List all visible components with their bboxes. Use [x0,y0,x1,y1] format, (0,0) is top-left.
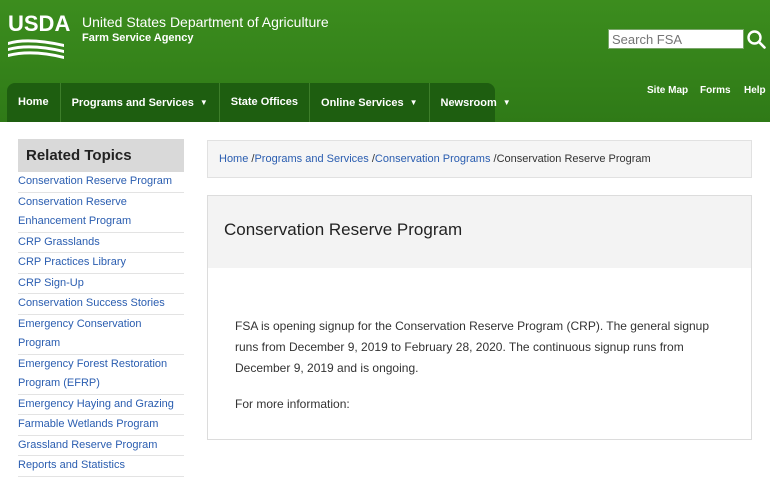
page-title: Conservation Reserve Program [224,220,463,239]
nav-label: Home [18,96,49,108]
nav-home[interactable]: Home [7,83,61,122]
nav-label: Programs and Services [71,97,194,109]
sidebar-link[interactable]: CRP Grasslands [18,233,184,253]
logo-wave-icon [8,39,64,59]
sidebar-link[interactable]: Conservation Success Stories [18,294,184,315]
sidebar-link[interactable]: Program (EFRP) [18,374,184,395]
breadcrumb: Home /Programs and Services /Conservatio… [207,140,752,178]
sidebar-link[interactable]: CRP Sign-Up [18,274,184,294]
agency-subtitle[interactable]: Farm Service Agency [82,31,193,45]
nav-newsroom[interactable]: Newsroom ▼ [430,83,522,122]
sidebar-link[interactable]: Emergency Forest Restoration [18,355,184,375]
nav-label: Newsroom [440,97,497,109]
sidebar-link[interactable]: Grassland Reserve Program [18,436,184,456]
logo-text: USDA [8,11,71,36]
sidebar-link[interactable]: Conservation Reserve Program [18,172,184,193]
sidebar-link[interactable]: Reports and Statistics [18,456,184,477]
sidebar-link[interactable]: Conservation Reserve [18,193,184,213]
nav-state-offices[interactable]: State Offices [220,83,311,122]
related-topics-heading: Related Topics [18,139,184,172]
chevron-down-icon: ▼ [409,98,418,107]
agency-title[interactable]: United States Department of Agriculture [82,14,329,30]
main-nav: Home Programs and Services ▼ State Office… [7,83,511,122]
more-info-text: For more information: [235,397,350,411]
site-map-link[interactable]: Site Map [647,85,688,96]
search-input[interactable] [608,29,744,49]
breadcrumb-current: Conservation Reserve Program [496,153,651,165]
usda-logo[interactable]: USDA [8,12,70,60]
breadcrumb-conservation[interactable]: Conservation Programs [375,153,491,165]
help-link[interactable]: Help [744,85,766,96]
sidebar-link[interactable]: CRP Practices Library [18,253,184,274]
chevron-down-icon: ▼ [502,98,511,107]
sidebar-link[interactable]: Farmable Wetlands Program [18,415,184,436]
sidebar-link[interactable]: Enhancement Program [18,212,184,233]
forms-link[interactable]: Forms [700,85,731,96]
nav-online-services[interactable]: Online Services ▼ [310,83,430,122]
site-header: USDA United States Department of Agricul… [0,0,770,122]
sidebar-link[interactable]: Emergency Haying and Grazing [18,395,184,415]
nav-label: Online Services [321,97,404,109]
page-title-panel: Conservation Reserve Program [207,195,752,269]
breadcrumb-programs[interactable]: Programs and Services [254,153,368,165]
sidebar-link[interactable]: Emergency Conservation Program [18,315,184,355]
breadcrumb-home[interactable]: Home [219,153,248,165]
nav-label: State Offices [230,96,299,108]
main-content: FSA is opening signup for the Conservati… [207,268,752,440]
nav-programs-and-services[interactable]: Programs and Services ▼ [61,83,220,122]
search-icon[interactable] [746,29,766,49]
chevron-down-icon: ▼ [199,98,208,107]
related-topics-list: Conservation Reserve Program Conservatio… [18,172,184,477]
intro-paragraph: FSA is opening signup for the Conservati… [235,319,710,375]
